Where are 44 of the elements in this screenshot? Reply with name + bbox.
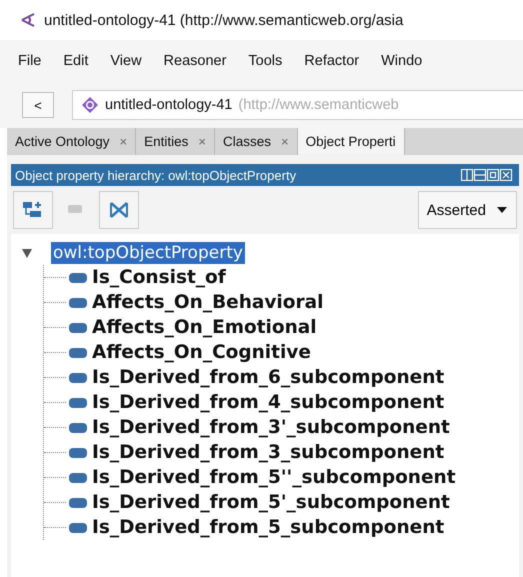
ontology-address-field[interactable]: untitled-ontology-41 (http://www.semanticweb bbox=[72, 90, 523, 120]
expand-toggle-icon[interactable] bbox=[21, 246, 33, 258]
tab[interactable]: Object Properti bbox=[298, 128, 405, 155]
tree-item[interactable]: Is_Derived_from_4_subcomponent bbox=[90, 392, 446, 413]
delete-property-button[interactable] bbox=[99, 191, 139, 229]
tree-item[interactable]: Is_Derived_from_5_subcomponent bbox=[90, 517, 446, 538]
object-property-icon bbox=[69, 472, 87, 482]
object-property-icon bbox=[69, 498, 87, 508]
caret-icon bbox=[496, 206, 508, 214]
tree-item[interactable]: Affects_On_Behavioral bbox=[90, 292, 326, 313]
tree-item[interactable]: Is_Derived_from_3'_subcomponent bbox=[90, 417, 452, 438]
object-property-icon bbox=[69, 322, 87, 332]
add-sub-property-button[interactable] bbox=[13, 191, 53, 229]
object-property-icon bbox=[69, 348, 87, 358]
object-property-icon bbox=[69, 272, 87, 282]
menu-item[interactable]: File bbox=[18, 53, 42, 69]
menu-item[interactable]: Reasoner bbox=[164, 53, 226, 69]
menu-item[interactable]: Tools bbox=[248, 53, 282, 69]
panel-title: Object property hierarchy: owl:topObjectProperty bbox=[15, 168, 296, 182]
tree-item[interactable]: Is_Derived_from_5'_subcomponent bbox=[90, 492, 452, 513]
tree-item[interactable]: Affects_On_Emotional bbox=[90, 317, 319, 338]
object-property-icon bbox=[69, 298, 87, 308]
menu-item[interactable]: Edit bbox=[63, 53, 88, 69]
asserted-dropdown[interactable]: Asserted bbox=[418, 191, 517, 229]
window-title: untitled-ontology-41 (http://www.semanticweb.org/asia bbox=[44, 12, 404, 28]
object-property-icon bbox=[69, 372, 87, 382]
tree-item[interactable]: Is_Derived_from_3_subcomponent bbox=[90, 442, 446, 463]
tree-item[interactable]: Is_Derived_from_6_subcomponent bbox=[90, 367, 446, 388]
menu-item[interactable]: Refactor bbox=[304, 53, 360, 69]
object-property-icon bbox=[69, 448, 87, 458]
tree-item[interactable]: Is_Derived_from_5''_subcomponent bbox=[90, 467, 458, 488]
tree-item[interactable]: owl:topObjectProperty bbox=[51, 242, 245, 264]
view-controls-icon[interactable] bbox=[461, 169, 513, 181]
object-property-icon bbox=[69, 522, 87, 532]
tree-item[interactable]: Is_Consist_of bbox=[90, 267, 228, 288]
menu-item[interactable]: Windo bbox=[381, 53, 422, 69]
object-property-icon bbox=[69, 422, 87, 432]
tree-item[interactable]: Affects_On_Cognitive bbox=[90, 342, 313, 363]
delete-icon bbox=[108, 200, 130, 220]
ontology-icon bbox=[81, 96, 99, 114]
object-property-icon bbox=[69, 398, 87, 408]
add-subproperty-icon bbox=[22, 200, 44, 220]
back-button[interactable]: < bbox=[22, 92, 54, 118]
menu-item[interactable]: View bbox=[110, 53, 142, 69]
